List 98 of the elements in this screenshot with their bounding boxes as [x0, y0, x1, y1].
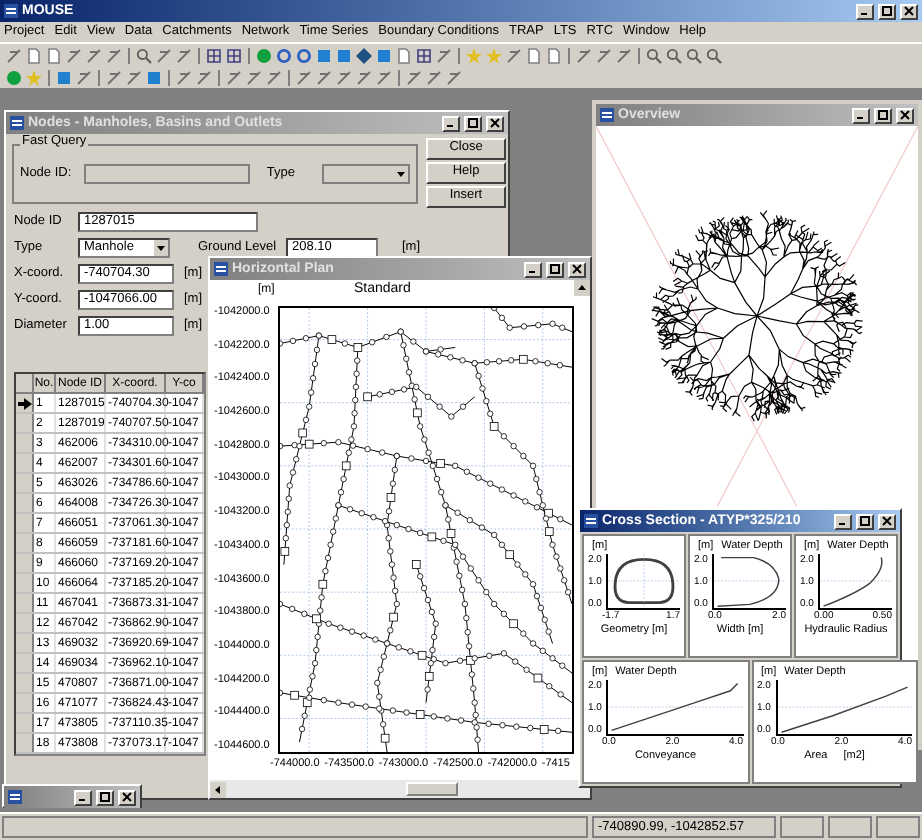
circle-tool-icon[interactable] [6, 69, 22, 85]
dropdown-arrow-icon[interactable] [394, 166, 408, 182]
minimize-button[interactable] [852, 107, 870, 123]
line-tool-icon[interactable] [316, 69, 332, 85]
line-tool-icon[interactable] [296, 69, 312, 85]
line-tool-icon[interactable] [106, 47, 122, 63]
line-tool-icon[interactable] [356, 69, 372, 85]
page-tool-icon[interactable] [396, 47, 412, 63]
minimize-button[interactable] [524, 261, 542, 277]
line-tool-icon[interactable] [156, 47, 172, 63]
line-tool-icon[interactable] [196, 69, 212, 85]
radius-curve-plot [818, 554, 892, 610]
scroll-left-icon[interactable] [210, 781, 226, 797]
close-button[interactable] [896, 107, 914, 123]
close-button[interactable] [878, 513, 896, 529]
line-tool-icon[interactable] [246, 69, 262, 85]
status-panel [828, 816, 872, 838]
close-icon [900, 110, 910, 120]
close-button[interactable] [568, 261, 586, 277]
scroll-thumb[interactable] [406, 782, 458, 796]
close-icon [882, 516, 892, 526]
square-tool-icon[interactable] [376, 47, 392, 63]
line-tool-icon[interactable] [126, 69, 142, 85]
line-tool-icon[interactable] [426, 69, 442, 85]
line-tool-icon[interactable] [446, 69, 462, 85]
close-button[interactable] [486, 115, 504, 131]
grid-tool-icon[interactable] [206, 47, 222, 63]
line-tool-icon[interactable] [106, 69, 122, 85]
circle-tool-icon[interactable] [256, 47, 272, 63]
maximize-icon [882, 6, 892, 16]
line-tool-icon[interactable] [436, 47, 452, 63]
width-curve-plot [712, 554, 786, 610]
conveyance-curve-plot [606, 680, 743, 736]
geometry-curve-plot [606, 554, 680, 610]
minimize-button[interactable] [442, 115, 460, 131]
magnifier-tool-icon[interactable] [136, 47, 152, 63]
minimize-button[interactable] [74, 789, 92, 805]
dropdown-arrow-icon[interactable] [154, 240, 168, 256]
maximize-button[interactable] [856, 513, 874, 529]
line-tool-icon[interactable] [266, 69, 282, 85]
area-curve-plot [775, 680, 912, 736]
maximize-button[interactable] [874, 107, 892, 123]
magnifier-tool-icon[interactable] [706, 47, 722, 63]
status-panel [780, 816, 824, 838]
row-selector[interactable] [16, 394, 34, 412]
line-tool-icon[interactable] [616, 47, 632, 63]
magnifier-tool-icon[interactable] [686, 47, 702, 63]
window-icon [4, 4, 18, 18]
line-tool-icon[interactable] [176, 69, 192, 85]
close-button[interactable] [900, 3, 918, 19]
line-tool-icon[interactable] [376, 69, 392, 85]
maximize-icon [468, 118, 478, 128]
square-tool-icon[interactable] [146, 69, 162, 85]
status-panel [876, 816, 920, 838]
maximize-button[interactable] [546, 261, 564, 277]
star-tool-icon[interactable] [486, 47, 502, 63]
window-icon [8, 790, 22, 804]
line-tool-icon[interactable] [66, 47, 82, 63]
line-tool-icon[interactable] [506, 47, 522, 63]
maximize-icon [100, 792, 110, 802]
window-icon [10, 116, 24, 130]
window-icon [600, 108, 614, 122]
close-icon [904, 6, 914, 16]
line-tool-icon[interactable] [226, 69, 242, 85]
star-tool-icon[interactable] [26, 69, 42, 85]
line-tool-icon[interactable] [6, 47, 22, 63]
maximize-icon [860, 516, 870, 526]
line-tool-icon[interactable] [86, 47, 102, 63]
close-icon [490, 118, 500, 128]
magnifier-tool-icon[interactable] [646, 47, 662, 63]
query-node-id-field[interactable] [84, 164, 251, 184]
line-tool-icon[interactable] [336, 69, 352, 85]
maximize-button[interactable] [878, 3, 896, 19]
magnifier-tool-icon[interactable] [666, 47, 682, 63]
window-icon [584, 514, 598, 528]
horizontal-scrollbar[interactable] [210, 780, 590, 798]
maximize-button[interactable] [464, 115, 482, 131]
row-pointer-icon [17, 397, 31, 409]
star-tool-icon[interactable] [466, 47, 482, 63]
line-tool-icon[interactable] [176, 47, 192, 63]
line-tool-icon[interactable] [76, 69, 92, 85]
minimize-button[interactable] [856, 3, 874, 19]
line-tool-icon[interactable] [596, 47, 612, 63]
grid-tool-icon[interactable] [416, 47, 432, 63]
square-tool-icon[interactable] [56, 69, 72, 85]
maximize-button[interactable] [96, 789, 114, 805]
minimize-button[interactable] [834, 513, 852, 529]
scroll-up-icon[interactable] [574, 280, 590, 296]
close-button[interactable] [118, 789, 136, 805]
close-icon [572, 264, 582, 274]
diamond-tool-icon[interactable] [356, 47, 372, 63]
line-tool-icon[interactable] [576, 47, 592, 63]
line-tool-icon[interactable] [406, 69, 422, 85]
close-icon [122, 792, 132, 802]
window-icon [214, 262, 228, 276]
grid-tool-icon[interactable] [226, 47, 242, 63]
maximize-icon [878, 110, 888, 120]
maximize-icon [550, 264, 560, 274]
